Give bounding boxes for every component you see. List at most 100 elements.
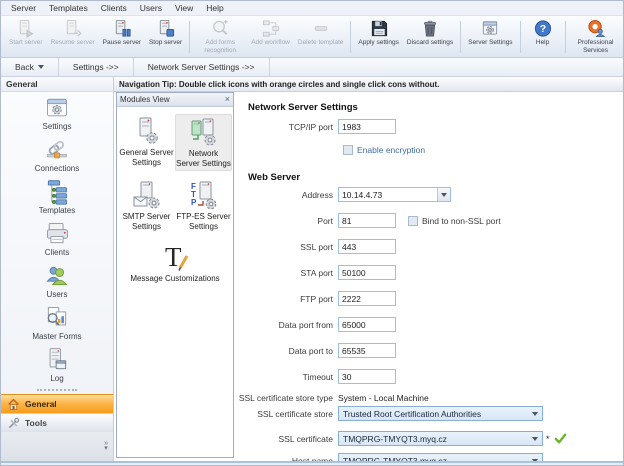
address-dropdown-button[interactable]	[437, 188, 450, 201]
start-server-button: Start server	[5, 18, 47, 56]
toolbar-separator	[460, 21, 461, 53]
back-button[interactable]: Back	[1, 58, 59, 76]
cert-store-dropdown[interactable]	[528, 412, 542, 416]
discard-settings-button[interactable]: Discard settings	[403, 18, 457, 56]
enable-encryption-checkbox[interactable]	[343, 145, 353, 155]
timeout-input[interactable]	[338, 369, 396, 384]
apply-settings-button[interactable]: Apply settings	[354, 18, 402, 56]
sidebar-item-log[interactable]: Log	[1, 344, 113, 386]
cert-store-label: SSL certificate store	[234, 409, 338, 419]
ftp-port-input[interactable]	[338, 291, 396, 306]
sidebar-item-templates[interactable]: Templates	[1, 176, 113, 218]
sidebar-header-label: General	[6, 79, 38, 89]
clients-icon	[44, 221, 70, 247]
close-icon[interactable]: ×	[225, 95, 230, 104]
settings-icon	[44, 95, 70, 121]
ftp-port-label: FTP port	[234, 294, 338, 304]
network-server-settings-icon	[189, 117, 219, 147]
connections-icon	[44, 137, 70, 163]
accordion-general[interactable]: General	[1, 394, 113, 413]
module-network-server-settings[interactable]: Network Server Settings	[175, 114, 232, 171]
cert-store-type-label: SSL certificate store type	[234, 393, 338, 403]
accordion-tools[interactable]: Tools	[1, 413, 113, 432]
sidebar-splitter-grip[interactable]	[37, 389, 77, 391]
menu-templates[interactable]: Templates	[49, 3, 88, 13]
delete-template-label: Delete template	[298, 39, 344, 47]
menu-view[interactable]: View	[175, 3, 193, 13]
module-message-customizations[interactable]: T Message Customizations	[118, 240, 232, 286]
apply-settings-icon	[369, 19, 389, 38]
add-workflow-label: Add workflow	[251, 39, 290, 47]
server-settings-button[interactable]: Server Settings	[464, 18, 516, 56]
discard-settings-icon	[420, 19, 440, 38]
sidebar-item-settings[interactable]: Settings	[1, 92, 113, 134]
menu-users[interactable]: Users	[140, 3, 162, 13]
help-button[interactable]: ? Help	[524, 18, 562, 56]
tcp-port-input[interactable]	[338, 119, 396, 134]
professional-services-label: Professional Services	[573, 39, 619, 54]
stop-server-button[interactable]: Stop server	[145, 18, 186, 56]
add-forms-recognition-icon	[210, 19, 230, 38]
sidebar-header: General	[1, 77, 113, 92]
configure-buttons-chevron-icon[interactable]: »▾	[104, 441, 108, 451]
ssl-port-label: SSL port	[234, 242, 338, 252]
sidebar-item-log-label: Log	[50, 374, 63, 383]
valid-checkmark-icon	[554, 432, 567, 445]
stop-server-icon	[156, 19, 176, 38]
data-port-from-input[interactable]	[338, 317, 396, 332]
sidebar-item-clients[interactable]: Clients	[1, 218, 113, 260]
sidebar-item-users-label: Users	[47, 290, 68, 299]
ssl-certificate-dropdown[interactable]	[528, 437, 542, 441]
section-web-title: Web Server	[234, 172, 300, 183]
pause-server-button[interactable]: Pause server	[99, 18, 145, 56]
module-general-server-settings-label: General Server Settings	[118, 148, 175, 167]
breadcrumb-settings[interactable]: Settings ->>	[59, 58, 134, 76]
modules-grid: General Server Settings Network Server S…	[117, 107, 233, 293]
dropdown-arrow-icon	[441, 193, 447, 197]
home-icon	[7, 398, 20, 411]
enable-encryption-label: Enable encryption	[357, 145, 425, 155]
menu-server[interactable]: Server	[11, 3, 36, 13]
accordion-tools-label: Tools	[25, 418, 47, 428]
cert-store-type-row: SSL certificate store type System - Loca…	[234, 389, 624, 406]
data-port-from-label: Data port from	[234, 320, 338, 330]
add-forms-recognition-label: Add forms recognition	[197, 39, 243, 54]
discard-settings-label: Discard settings	[407, 39, 453, 47]
ssl-certificate-combobox[interactable]: TMQPRG-TMYQT3.myq.cz	[338, 431, 543, 446]
bind-non-ssl-checkbox[interactable]	[408, 216, 418, 226]
log-icon	[44, 347, 70, 373]
professional-services-button[interactable]: Professional Services	[569, 18, 623, 56]
ssl-certificate-label: SSL certificate	[234, 434, 338, 444]
server-settings-icon	[480, 19, 500, 38]
ssl-port-input[interactable]	[338, 239, 396, 254]
timeout-row: Timeout	[234, 368, 624, 385]
menu-help[interactable]: Help	[206, 3, 223, 13]
cert-store-combobox[interactable]: Trusted Root Certification Authorities	[338, 406, 543, 421]
delete-template-button: Delete template	[294, 18, 348, 56]
port-input[interactable]	[338, 213, 396, 228]
module-ftp-es-server-settings[interactable]: FTP FTP-ES Server Settings	[175, 178, 232, 233]
resume-server-label: Resume server	[51, 39, 95, 47]
modules-view-header: Modules View ×	[117, 93, 233, 107]
address-combobox[interactable]: 10.14.4.73	[338, 187, 451, 202]
add-forms-recognition-button: Add forms recognition	[193, 18, 247, 56]
sidebar-item-connections[interactable]: Connections	[1, 134, 113, 176]
ftp-es-server-settings-icon: FTP	[189, 180, 219, 210]
data-port-to-input[interactable]	[338, 343, 396, 358]
sidebar-item-master-forms[interactable]: Master Forms	[1, 302, 113, 344]
sta-port-row: STA port	[234, 264, 624, 281]
breadcrumb-network-server-settings[interactable]: Network Server Settings ->>	[134, 58, 270, 76]
module-smtp-server-settings[interactable]: SMTP Server Settings	[118, 178, 175, 233]
accordion-general-label: General	[25, 399, 57, 409]
settings-form: Network Server Settings TCP/IP port Enab…	[234, 92, 624, 461]
module-general-server-settings[interactable]: General Server Settings	[118, 114, 175, 171]
left-sidebar: General Settings Connections Templates C…	[1, 77, 114, 466]
menu-clients[interactable]: Clients	[101, 3, 127, 13]
tcp-port-row: TCP/IP port	[234, 118, 624, 135]
sta-port-input[interactable]	[338, 265, 396, 280]
bind-non-ssl-label: Bind to non-SSL port	[422, 216, 501, 226]
sidebar-item-users[interactable]: Users	[1, 260, 113, 302]
resume-server-icon	[63, 19, 83, 38]
start-server-label: Start server	[9, 39, 43, 47]
users-icon	[44, 263, 70, 289]
